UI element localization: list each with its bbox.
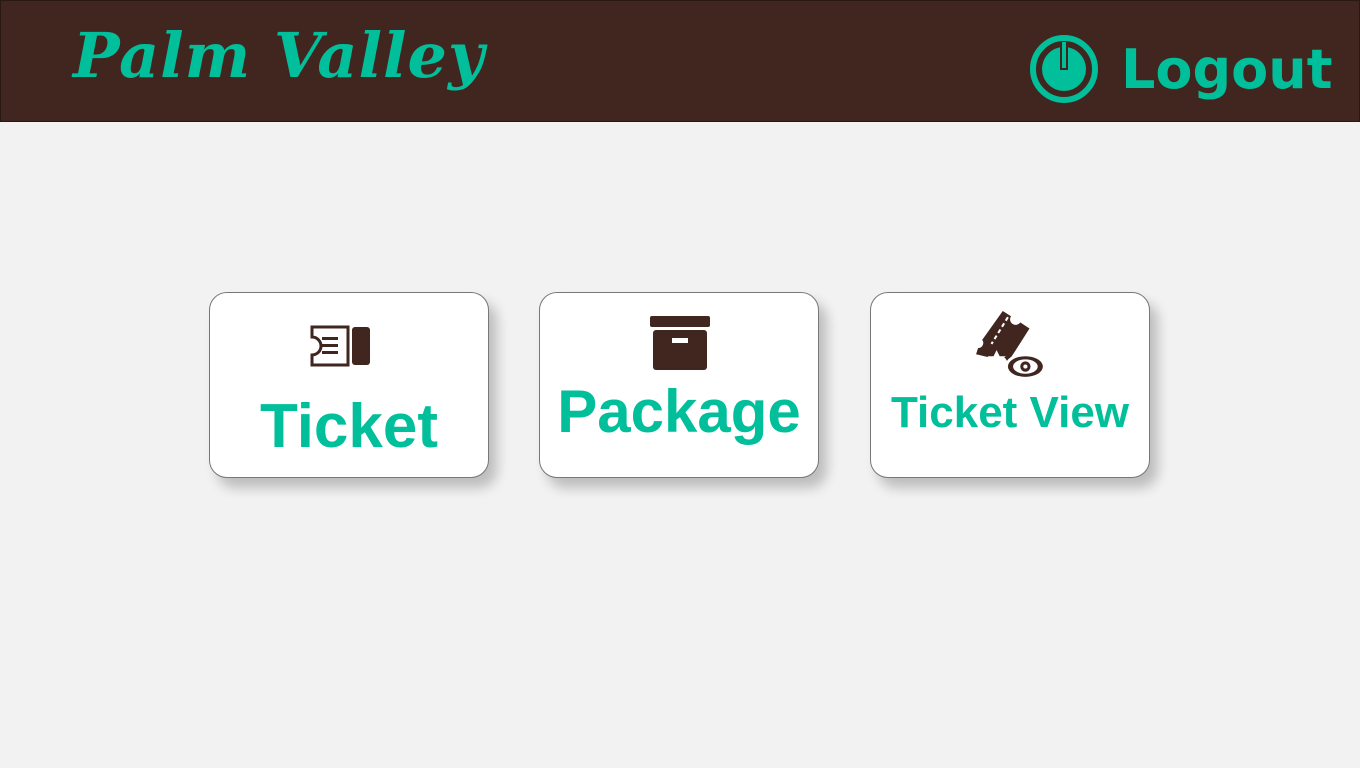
ticket-view-icon <box>976 311 1046 380</box>
ticket-view-button[interactable]: Ticket View <box>870 292 1150 478</box>
power-icon <box>1030 35 1098 103</box>
ticket-icon <box>310 325 370 367</box>
ticket-button[interactable]: Ticket <box>209 292 489 478</box>
archive-box-icon <box>650 316 710 370</box>
header-bar: Palm Valley Logout <box>0 0 1360 122</box>
ticket-label: Ticket <box>259 392 439 461</box>
ticket-view-label: Ticket View <box>890 388 1130 437</box>
logout-label: Logout <box>1121 37 1333 101</box>
brand-logo: Palm Valley <box>73 19 486 92</box>
package-label: Package <box>557 378 801 445</box>
package-button[interactable]: Package <box>539 292 819 478</box>
logout-button[interactable]: Logout <box>1029 34 1333 104</box>
